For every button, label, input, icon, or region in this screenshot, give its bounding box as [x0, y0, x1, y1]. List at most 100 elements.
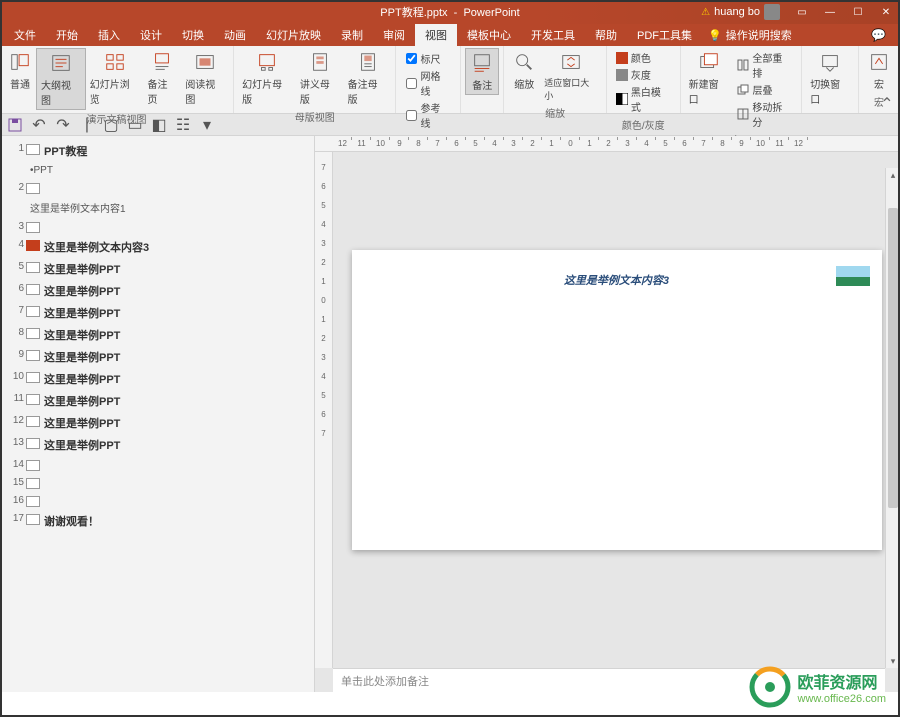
- outline-sub-1[interactable]: •PPT: [0, 162, 314, 179]
- outline-item-11[interactable]: 11这里是举例PPT: [0, 390, 314, 412]
- editor-area: 1211109876543210123456789101112 76543210…: [315, 136, 900, 692]
- qat-btn[interactable]: ◧: [150, 116, 168, 134]
- menu-切换[interactable]: 切换: [172, 24, 214, 46]
- vertical-scrollbar[interactable]: ▴ ▾: [885, 168, 900, 668]
- ribbon-group-zoom: 缩放 适应窗口大小 缩放: [504, 46, 607, 113]
- titlebar: PPT教程.pptx - PowerPoint ⚠ huang bo ▭ — ☐…: [0, 0, 900, 24]
- minimize-button[interactable]: —: [816, 0, 844, 24]
- undo-button[interactable]: ↶: [30, 116, 48, 134]
- switch-window-button[interactable]: 切换窗口: [806, 48, 854, 108]
- menu-动画[interactable]: 动画: [214, 24, 256, 46]
- slide-image[interactable]: [836, 266, 870, 286]
- menu-模板中心[interactable]: 模板中心: [457, 24, 521, 46]
- ribbon-group-presentation-views: 普通 大纲视图 幻灯片浏览 备注页 阅读视图 演示文稿视图: [0, 46, 234, 113]
- outline-item-12[interactable]: 12这里是举例PPT: [0, 412, 314, 434]
- maximize-button[interactable]: ☐: [844, 0, 872, 24]
- qat-more[interactable]: ▾: [198, 116, 216, 134]
- zoom-button[interactable]: 缩放: [508, 48, 540, 104]
- move-split-button[interactable]: 移动拆分: [735, 98, 794, 130]
- notes-toggle-button[interactable]: 备注: [465, 48, 499, 95]
- outline-pane[interactable]: 1PPT教程•PPT2这里是举例文本内容134这里是举例文本内容35这里是举例P…: [0, 136, 315, 692]
- menu-视图[interactable]: 视图: [415, 24, 457, 46]
- outline-sub-2[interactable]: 这里是举例文本内容1: [0, 197, 314, 218]
- outline-item-9[interactable]: 9这里是举例PPT: [0, 346, 314, 368]
- outline-item-7[interactable]: 7这里是举例PPT: [0, 302, 314, 324]
- slide-canvas[interactable]: 这里是举例文本内容3: [333, 152, 900, 668]
- menubar: 文件开始插入设计切换动画幻灯片放映录制审阅视图模板中心开发工具帮助PDF工具集 …: [0, 24, 900, 46]
- outline-item-1[interactable]: 1PPT教程: [0, 140, 314, 162]
- collapse-ribbon-button[interactable]: ⌃: [880, 97, 894, 111]
- ribbon-group-color: 颜色 灰度 黑白模式 颜色/灰度: [607, 46, 681, 113]
- scroll-up-icon[interactable]: ▴: [886, 168, 900, 182]
- macros-button[interactable]: 宏: [863, 48, 895, 93]
- menu-开发工具[interactable]: 开发工具: [521, 24, 585, 46]
- outline-item-2[interactable]: 2: [0, 179, 314, 197]
- outline-view-button[interactable]: 大纲视图: [36, 48, 86, 110]
- check-网格线[interactable]: 网格线: [406, 67, 450, 99]
- outline-item-6[interactable]: 6这里是举例PPT: [0, 280, 314, 302]
- user-area[interactable]: ⚠ huang bo: [693, 4, 788, 20]
- new-window-button[interactable]: 新建窗口: [685, 48, 733, 131]
- ribbon-group-show: 标尺网格线参考线 显示: [396, 46, 461, 113]
- outline-item-8[interactable]: 8这里是举例PPT: [0, 324, 314, 346]
- scroll-thumb[interactable]: [888, 208, 898, 508]
- menu-设计[interactable]: 设计: [130, 24, 172, 46]
- arrange-all-button[interactable]: 全部重排: [735, 49, 794, 81]
- redo-button[interactable]: ↷: [54, 116, 72, 134]
- workspace: 1PPT教程•PPT2这里是举例文本内容134这里是举例文本内容35这里是举例P…: [0, 136, 900, 692]
- slide-master-button[interactable]: 幻灯片母版: [238, 48, 296, 108]
- title-text: PPT教程.pptx - PowerPoint: [380, 4, 519, 20]
- menu-录制[interactable]: 录制: [331, 24, 373, 46]
- ribbon-group-window: 新建窗口 全部重排 层叠 移动拆分 窗口: [681, 46, 803, 113]
- outline-item-16[interactable]: 16: [0, 492, 314, 510]
- outline-item-17[interactable]: 17谢谢观看！: [0, 510, 314, 532]
- fit-window-button[interactable]: 适应窗口大小: [540, 48, 602, 104]
- share-button[interactable]: 💬: [861, 28, 896, 42]
- scroll-down-icon[interactable]: ▾: [886, 654, 900, 668]
- watermark-url: www.office26.com: [798, 693, 886, 705]
- blackwhite-button[interactable]: 黑白模式: [614, 83, 673, 115]
- normal-view-button[interactable]: 普通: [4, 48, 36, 110]
- notes-page-button[interactable]: 备注页: [143, 48, 181, 110]
- menu-文件[interactable]: 文件: [4, 24, 46, 46]
- ribbon: 普通 大纲视图 幻灯片浏览 备注页 阅读视图 演示文稿视图 幻灯片母版 讲义母版…: [0, 46, 900, 114]
- horizontal-ruler: 1211109876543210123456789101112: [315, 136, 900, 152]
- group-label: 颜色/灰度: [622, 116, 665, 133]
- vertical-ruler: 765432101234567: [315, 152, 333, 668]
- outline-item-3[interactable]: 3: [0, 218, 314, 236]
- menu-审阅[interactable]: 审阅: [373, 24, 415, 46]
- outline-item-4[interactable]: 4这里是举例文本内容3: [0, 236, 314, 258]
- group-label: 缩放: [545, 104, 565, 121]
- cascade-button[interactable]: 层叠: [735, 81, 794, 98]
- reading-view-button[interactable]: 阅读视图: [181, 48, 229, 110]
- outline-item-14[interactable]: 14: [0, 456, 314, 474]
- handout-master-button[interactable]: 讲义母版: [296, 48, 344, 108]
- menu-PDF工具集[interactable]: PDF工具集: [627, 24, 702, 46]
- outline-item-15[interactable]: 15: [0, 474, 314, 492]
- color-mode-button[interactable]: 颜色: [614, 49, 673, 66]
- slide-sorter-button[interactable]: 幻灯片浏览: [86, 48, 144, 110]
- outline-item-13[interactable]: 13这里是举例PPT: [0, 434, 314, 456]
- save-button[interactable]: [6, 116, 24, 134]
- watermark-logo-icon: [748, 665, 792, 709]
- tell-me-search[interactable]: 💡 操作说明搜索: [702, 27, 798, 43]
- notes-master-button[interactable]: 备注母版: [344, 48, 392, 108]
- outline-item-5[interactable]: 5这里是举例PPT: [0, 258, 314, 280]
- outline-item-10[interactable]: 10这里是举例PPT: [0, 368, 314, 390]
- menu-开始[interactable]: 开始: [46, 24, 88, 46]
- slide[interactable]: 这里是举例文本内容3: [352, 250, 882, 550]
- qat-btn[interactable]: ☷: [174, 116, 192, 134]
- slide-title[interactable]: 这里是举例文本内容3: [564, 272, 669, 288]
- watermark: 欧菲资源网 www.office26.com: [748, 665, 886, 709]
- ribbon-group-switch: 切换窗口: [802, 46, 859, 113]
- ribbon-display-options[interactable]: ▭: [788, 0, 816, 24]
- menu-幻灯片放映[interactable]: 幻灯片放映: [256, 24, 331, 46]
- close-button[interactable]: ✕: [872, 0, 900, 24]
- check-参考线[interactable]: 参考线: [406, 99, 450, 131]
- menu-帮助[interactable]: 帮助: [585, 24, 627, 46]
- grayscale-button[interactable]: 灰度: [614, 66, 673, 83]
- check-标尺[interactable]: 标尺: [406, 50, 450, 67]
- lightbulb-icon: 💡: [708, 29, 722, 42]
- menu-插入[interactable]: 插入: [88, 24, 130, 46]
- ribbon-group-notes: 备注: [461, 46, 504, 113]
